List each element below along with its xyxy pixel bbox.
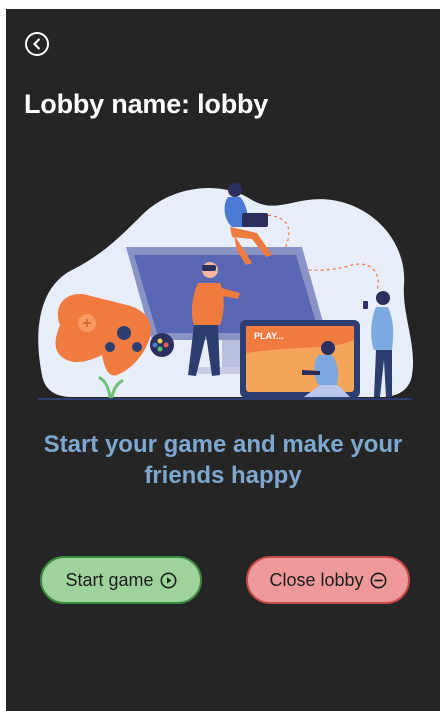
start-game-label: Start game: [65, 569, 154, 590]
lobby-screen: Lobby name: lobby PLAY... Start your gam…: [6, 9, 440, 711]
back-button[interactable]: [24, 31, 50, 57]
close-lobby-button[interactable]: Close lobby: [246, 556, 410, 604]
tablet-screen-text: PLAY...: [254, 331, 284, 341]
tagline: Start your game and make your friends ha…: [43, 431, 403, 489]
gaming-illustration: PLAY...: [32, 175, 418, 401]
close-lobby-label: Close lobby: [269, 569, 364, 590]
lobby-title: Lobby name: lobby: [24, 89, 269, 119]
play-circle-icon: [160, 572, 177, 588]
start-game-button[interactable]: Start game: [40, 556, 202, 604]
tablet: PLAY...: [240, 320, 360, 398]
chevron-left-circle-icon: [25, 32, 49, 56]
minus-circle-icon: [370, 572, 387, 588]
